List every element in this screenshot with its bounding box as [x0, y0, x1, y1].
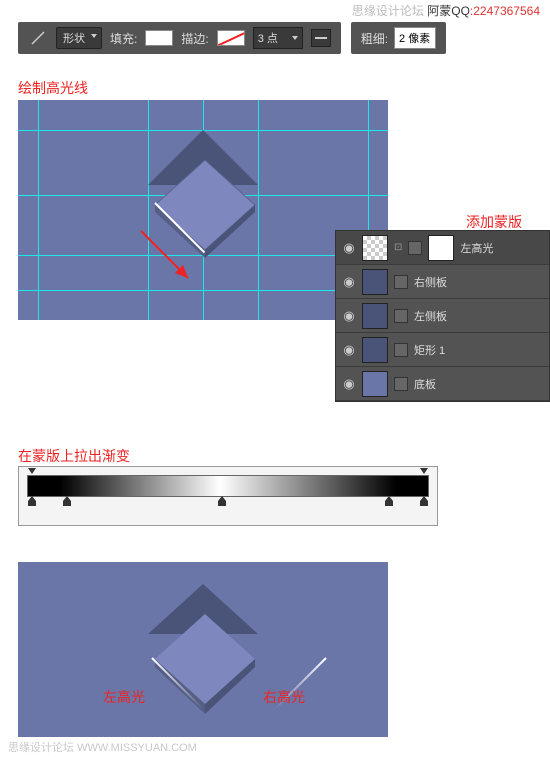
layer-row[interactable]: ◉ 右侧板 — [336, 265, 549, 299]
annotation-gradient: 在蒙版上拉出渐变 — [18, 446, 130, 466]
footer-watermark: 思缘设计论坛 WWW.MISSYUAN.COM — [8, 739, 197, 755]
vector-mask-icon[interactable] — [394, 275, 408, 289]
layer-name: 底板 — [414, 376, 436, 392]
stroke-options-button[interactable] — [311, 29, 331, 47]
options-bar: 形状 填充: 描边: 3 点 粗细: 2 像素 — [18, 22, 446, 54]
layer-name: 左高光 — [460, 240, 493, 256]
vector-mask-icon[interactable] — [394, 377, 408, 391]
guide-vertical — [38, 100, 39, 320]
color-stop[interactable] — [28, 496, 36, 506]
opacity-stop[interactable] — [28, 468, 36, 476]
canvas-result: 左高光 右高光 — [18, 562, 388, 737]
watermark-top: 思缘设计论坛 阿蒙QQ:2247367564 — [352, 2, 540, 19]
layer-thumb[interactable] — [362, 303, 388, 329]
thickness-group: 粗细: 2 像素 — [351, 22, 446, 54]
gradient-bar[interactable] — [27, 475, 429, 497]
visibility-icon[interactable]: ◉ — [342, 377, 356, 391]
layer-thumb[interactable] — [362, 235, 388, 261]
canvas-with-guides — [18, 100, 388, 320]
line-tool-icon[interactable] — [28, 28, 48, 48]
color-stop[interactable] — [385, 496, 393, 506]
stroke-width-input[interactable]: 3 点 — [253, 27, 303, 49]
link-icon[interactable]: ⊡ — [394, 242, 402, 253]
annotation-add-mask: 添加蒙版 — [466, 212, 522, 232]
diamond-shape — [145, 604, 265, 729]
qq-number: :2247367564 — [470, 4, 540, 18]
fill-swatch[interactable] — [145, 30, 173, 46]
thickness-input[interactable]: 2 像素 — [394, 27, 436, 49]
qq-label: QQ — [451, 4, 470, 18]
author-name: 阿蒙 — [427, 4, 451, 18]
shape-mode-dropdown[interactable]: 形状 — [56, 27, 102, 49]
layer-row-left-highlight[interactable]: ◉ ⊡ 左高光 — [336, 231, 549, 265]
visibility-icon[interactable]: ◉ — [342, 241, 356, 255]
label-right-highlight: 右高光 — [263, 687, 305, 707]
vector-mask-icon[interactable] — [408, 241, 422, 255]
color-stop[interactable] — [218, 496, 226, 506]
layer-mask-thumb[interactable] — [428, 235, 454, 261]
vector-mask-icon[interactable] — [394, 309, 408, 323]
color-stop[interactable] — [420, 496, 428, 506]
visibility-icon[interactable]: ◉ — [342, 309, 356, 323]
layers-panel: ◉ ⊡ 左高光 ◉ 右侧板 ◉ 左侧板 ◉ 矩形 1 ◉ 底板 — [335, 230, 550, 402]
layer-name: 右侧板 — [414, 274, 447, 290]
label-left-highlight: 左高光 — [103, 687, 145, 707]
gradient-editor[interactable] — [18, 466, 438, 526]
color-stop[interactable] — [63, 496, 71, 506]
layer-row[interactable]: ◉ 底板 — [336, 367, 549, 401]
visibility-icon[interactable]: ◉ — [342, 275, 356, 289]
layer-name: 左侧板 — [414, 308, 447, 324]
stroke-swatch[interactable] — [217, 30, 245, 46]
annotation-arrow — [133, 223, 213, 308]
options-bar-main: 形状 填充: 描边: 3 点 — [18, 22, 341, 54]
fill-label: 填充: — [110, 30, 137, 47]
annotation-draw-highlight: 绘制高光线 — [18, 78, 88, 98]
layer-thumb[interactable] — [362, 337, 388, 363]
layer-row[interactable]: ◉ 矩形 1 — [336, 333, 549, 367]
layer-name: 矩形 1 — [414, 342, 445, 358]
opacity-stop[interactable] — [420, 468, 428, 476]
stroke-label: 描边: — [181, 30, 208, 47]
layer-thumb[interactable] — [362, 371, 388, 397]
vector-mask-icon[interactable] — [394, 343, 408, 357]
thickness-label: 粗细: — [361, 30, 388, 47]
visibility-icon[interactable]: ◉ — [342, 343, 356, 357]
layer-thumb[interactable] — [362, 269, 388, 295]
layer-row[interactable]: ◉ 左侧板 — [336, 299, 549, 333]
